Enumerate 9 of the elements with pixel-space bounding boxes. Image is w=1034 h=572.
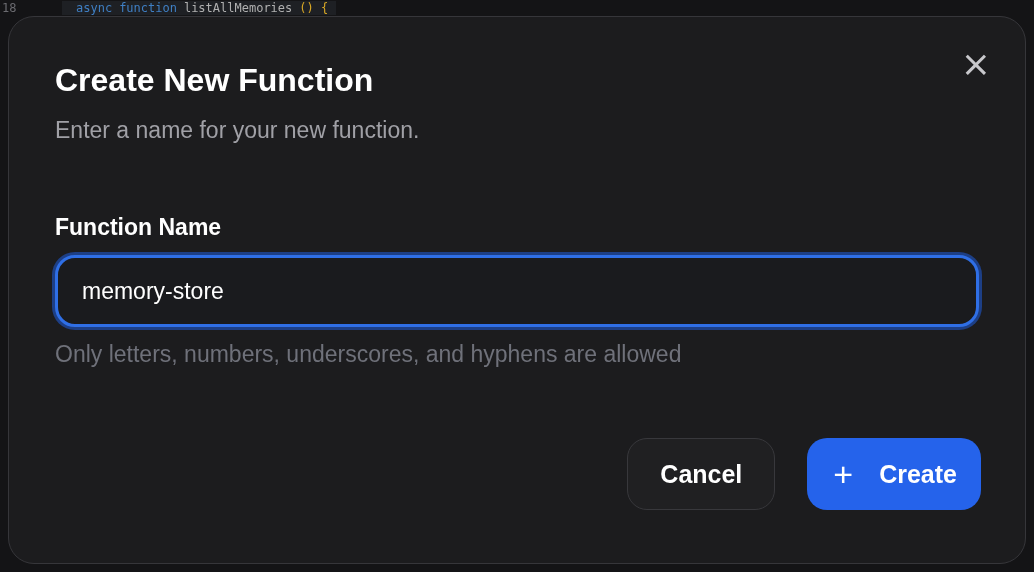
create-button[interactable]: + Create (807, 438, 981, 510)
dialog-title: Create New Function (55, 61, 374, 100)
field-label: Function Name (55, 214, 223, 241)
field-hint: Only letters, numbers, underscores, and hyphens are allowed (55, 341, 683, 368)
cancel-button[interactable]: Cancel (627, 438, 776, 510)
name-input-field[interactable]: memory-store (55, 255, 979, 327)
dialog-description: Enter a name for your new function. (55, 117, 421, 144)
line-number: 18 (1, 1, 18, 15)
close-button[interactable]: × (960, 49, 991, 79)
